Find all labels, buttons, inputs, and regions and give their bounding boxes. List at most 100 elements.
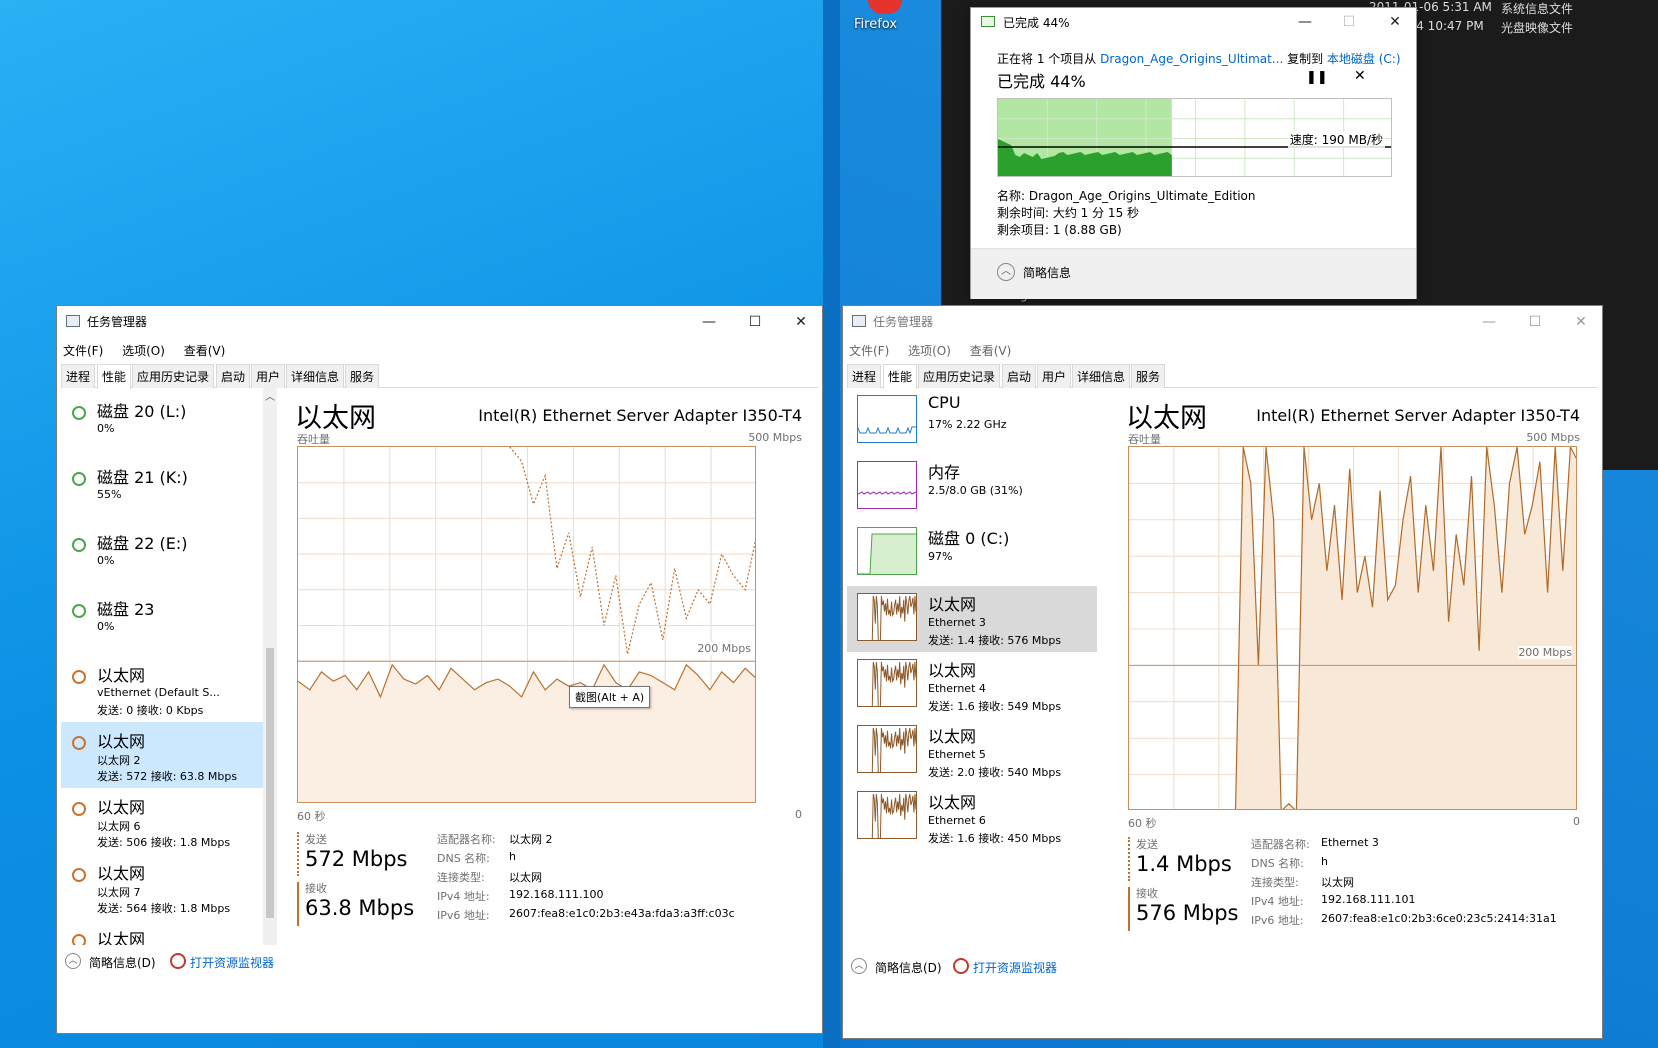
throughput-graph: 200 Mbps <box>297 446 756 803</box>
sidebar-item[interactable]: 以太网 Ethernet 5 发送: 2.0 接收: 540 Mbps <box>847 718 1097 784</box>
detail-key: IPv4 地址: <box>437 890 490 903</box>
tab-services[interactable]: 服务 <box>345 364 380 388</box>
less-details-button[interactable]: 简略信息 <box>1023 264 1071 281</box>
tab-users[interactable]: 用户 <box>251 364 286 388</box>
thumbnail-series-line <box>871 727 916 772</box>
sidebar-item[interactable]: 以太网 Ethernet 3 发送: 1.4 接收: 576 Mbps <box>847 586 1097 652</box>
detail-key: 连接类型: <box>437 871 485 884</box>
menu-options[interactable]: 选项(O) <box>122 344 165 358</box>
detail-value: Ethernet 3 <box>1321 836 1379 849</box>
close-button[interactable]: ✕ <box>781 308 821 336</box>
sidebar-item-subtitle: 以太网 6 <box>97 820 141 833</box>
copy-destination-link[interactable]: 本地磁盘 (C:) <box>1327 52 1401 66</box>
sidebar-thumbnail-graph <box>857 725 917 773</box>
pause-icon[interactable]: ❚❚ <box>1306 70 1328 85</box>
tab-details[interactable]: 详细信息 <box>1072 364 1131 388</box>
open-resource-monitor-link[interactable]: 打开资源监视器 <box>190 954 274 971</box>
chevron-up-icon[interactable]: ︿ <box>65 953 81 969</box>
chevron-up-icon[interactable]: ︿ <box>851 958 867 974</box>
sidebar-item-subtitle: Ethernet 5 <box>928 748 986 761</box>
titlebar: 任务管理器 — ☐ ✕ <box>843 306 1602 336</box>
menu-file[interactable]: 文件(F) <box>63 344 103 358</box>
thumbnail-series-line <box>871 793 916 838</box>
receive-series-line <box>509 447 755 655</box>
tab-app-history[interactable]: 应用历史记录 <box>918 364 1001 388</box>
minimize-button[interactable]: — <box>1285 8 1325 36</box>
sidebar-item-title: 以太网 <box>928 595 977 614</box>
thumbnail-svg <box>871 661 916 706</box>
throughput-graph-svg <box>1129 447 1576 809</box>
tab-app-history[interactable]: 应用历史记录 <box>132 364 215 388</box>
sidebar-item[interactable]: 以太网 Ethernet 4 发送: 1.6 接收: 549 Mbps <box>847 652 1097 718</box>
tab-users[interactable]: 用户 <box>1037 364 1072 388</box>
tab-performance[interactable]: 性能 <box>883 364 918 389</box>
task-manager-icon <box>852 315 866 327</box>
copy-source-link[interactable]: Dragon_Age_Origins_Ultimat... <box>1100 52 1283 66</box>
thumbnail-series-line <box>871 661 916 706</box>
less-details-button[interactable]: 简略信息(D) <box>89 954 156 971</box>
maximize-button[interactable]: ☐ <box>1515 308 1555 336</box>
tab-startup[interactable]: 启动 <box>216 364 251 388</box>
explorer-row-type: 光盘映像文件 <box>1501 21 1574 35</box>
sidebar-item[interactable]: 磁盘 0 (C:) 97% <box>847 520 1097 586</box>
minimize-button[interactable]: — <box>1469 308 1509 336</box>
task-manager-icon <box>66 315 80 327</box>
sidebar-item[interactable]: CPU 17% 2.22 GHz <box>847 388 1097 454</box>
sidebar-item[interactable]: 内存 2.5/8.0 GB (31%) <box>847 454 1097 520</box>
sidebar-item[interactable]: 以太网 Ethernet 6 发送: 1.6 接收: 450 Mbps <box>847 784 1097 850</box>
copy-name-line: 名称: Dragon_Age_Origins_Ultimate_Edition <box>997 189 1256 203</box>
tab-processes[interactable]: 进程 <box>847 364 882 388</box>
tab-services[interactable]: 服务 <box>1131 364 1166 388</box>
menu-view[interactable]: 查看(V) <box>970 344 1012 358</box>
sidebar-item-title: 磁盘 22 (E:) <box>97 534 188 553</box>
status-ring-icon <box>72 604 86 618</box>
tab-performance[interactable]: 性能 <box>97 364 132 389</box>
sidebar-item-title: 以太网 <box>928 727 977 746</box>
sidebar-item-subtitle: 0% <box>97 620 115 633</box>
sidebar-item-subtitle: Ethernet 3 <box>928 616 986 629</box>
sidebar-thumbnail-graph <box>857 461 917 509</box>
tab-details[interactable]: 详细信息 <box>286 364 345 388</box>
sidebar-scrollbar[interactable]: ︿ ﹀ <box>263 388 277 970</box>
cancel-icon[interactable]: ✕ <box>1354 68 1366 84</box>
task-manager-right: 任务管理器 — ☐ ✕ 文件(F) 选项(O) 查看(V) 进程 性能 应用历史… <box>842 305 1603 1039</box>
sidebar-item[interactable]: 磁盘 20 (L:) 0% <box>61 392 264 458</box>
thumbnail-series-line <box>871 595 916 640</box>
maximize-button[interactable]: ☐ <box>735 308 775 336</box>
menu-bar: 文件(F) 选项(O) 查看(V) <box>849 342 1026 359</box>
x-axis-end-label: 0 <box>795 808 802 821</box>
tab-startup[interactable]: 启动 <box>1002 364 1037 388</box>
adapter-name: Intel(R) Ethernet Server Adapter I350-T4 <box>1256 406 1580 425</box>
sidebar-thumbnail-graph <box>857 593 917 641</box>
chevron-up-icon[interactable]: ︿ <box>997 263 1015 281</box>
throughput-graph-svg <box>298 447 755 802</box>
titlebar: 任务管理器 — ☐ ✕ <box>57 306 822 336</box>
tab-processes[interactable]: 进程 <box>61 364 96 388</box>
sidebar-item-stats: 发送: 2.0 接收: 540 Mbps <box>928 766 1062 779</box>
sidebar-item[interactable]: 以太网 以太网 6 发送: 506 接收: 1.8 Mbps <box>61 788 264 854</box>
sidebar-item[interactable]: 磁盘 23 0% <box>61 590 264 656</box>
close-button[interactable]: ✕ <box>1375 8 1415 36</box>
chevron-up-icon[interactable]: ︿ <box>265 388 275 403</box>
menu-options[interactable]: 选项(O) <box>908 344 951 358</box>
desktop-divider <box>823 0 840 1048</box>
status-ring-icon <box>72 406 86 420</box>
maximize-button[interactable]: ☐ <box>1329 8 1369 36</box>
thumbnail-svg <box>858 491 916 495</box>
detail-value: 以太网 <box>509 871 542 884</box>
sidebar-item[interactable]: 磁盘 22 (E:) 0% <box>61 524 264 590</box>
sidebar-item[interactable]: 磁盘 21 (K:) 55% <box>61 458 264 524</box>
menu-view[interactable]: 查看(V) <box>184 344 226 358</box>
sidebar-item[interactable]: 以太网 以太网 2 发送: 572 接收: 63.8 Mbps <box>61 722 264 788</box>
sidebar-item[interactable]: 以太网 vEthernet (Default S... 发送: 0 接收: 0 Kb… <box>61 656 264 722</box>
open-resource-monitor-link[interactable]: 打开资源监视器 <box>973 959 1057 976</box>
menu-file[interactable]: 文件(F) <box>849 344 889 358</box>
minimize-button[interactable]: — <box>689 308 729 336</box>
scrollbar-thumb[interactable] <box>266 648 274 918</box>
resource-monitor-icon <box>953 958 969 974</box>
sidebar-item[interactable]: 以太网 以太网 7 发送: 564 接收: 1.8 Mbps <box>61 854 264 920</box>
firefox-desktop-label[interactable]: Firefox <box>854 17 897 32</box>
close-button[interactable]: ✕ <box>1561 308 1601 336</box>
less-details-button[interactable]: 简略信息(D) <box>875 959 942 976</box>
sidebar-item-stats: 发送: 506 接收: 1.8 Mbps <box>97 836 231 849</box>
